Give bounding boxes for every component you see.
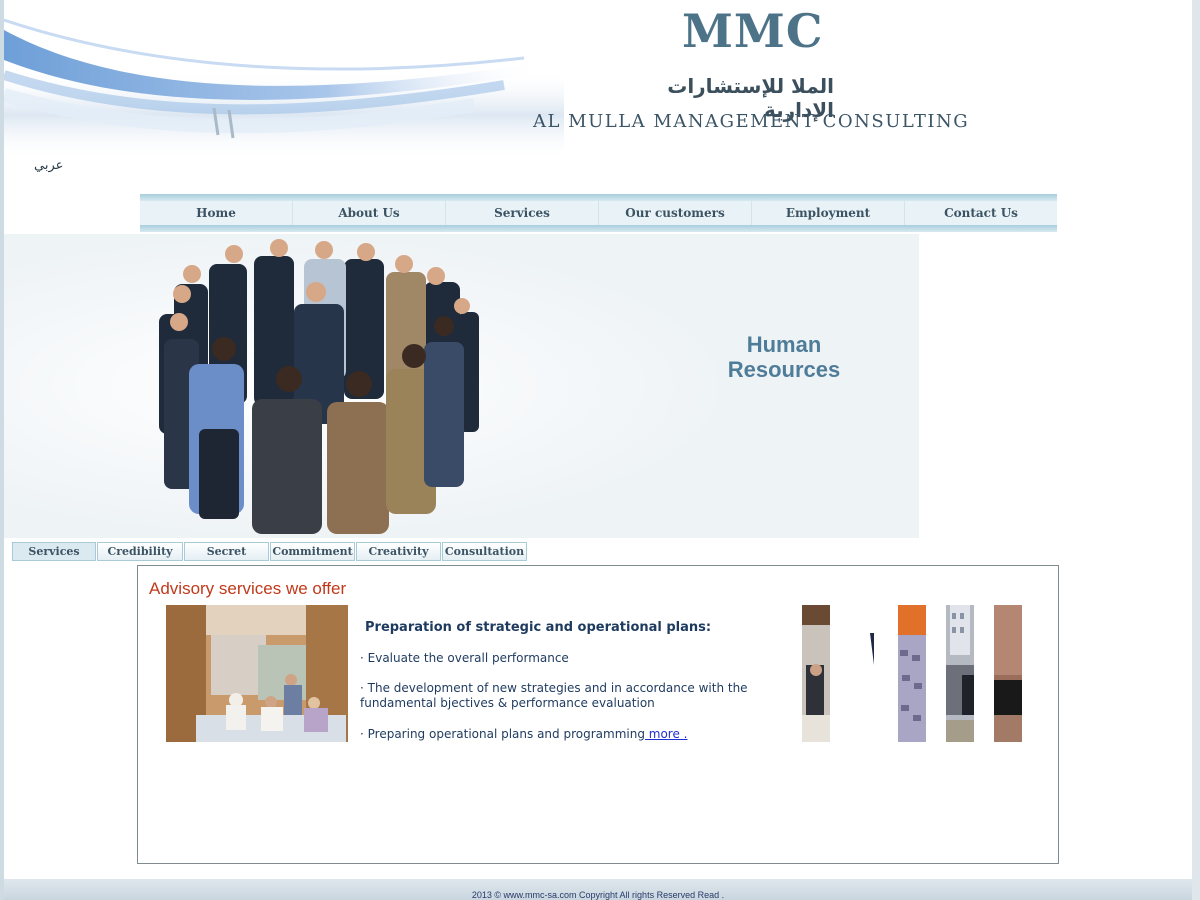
nav-item-our-customers[interactable]: Our customers — [599, 201, 752, 225]
nav-items: Home About Us Services Our customers Emp… — [140, 201, 1057, 225]
right-border — [1192, 0, 1200, 900]
service-tabs: Services Credibility Secret Commitment C… — [12, 542, 528, 561]
image-strip-2 — [850, 605, 878, 742]
bullet-preparing-text: · Preparing operational plans and progra… — [360, 727, 645, 741]
footer: 2013 © www.mmc-sa.com Copyright All righ… — [4, 879, 1192, 900]
content-heading: Preparation of strategic and operational… — [365, 620, 712, 635]
bullet-evaluate: · Evaluate the overall performance — [360, 651, 569, 665]
nav-item-about-us[interactable]: About Us — [293, 201, 446, 225]
nav-bar-top — [140, 194, 1057, 201]
nav-item-services[interactable]: Services — [446, 201, 599, 225]
tab-secret[interactable]: Secret — [184, 542, 269, 561]
tab-creativity[interactable]: Creativity — [356, 542, 441, 561]
nav-item-home[interactable]: Home — [140, 201, 293, 225]
section-title: Advisory services we offer — [149, 579, 347, 598]
image-strip-4 — [946, 605, 974, 742]
main-nav: Home About Us Services Our customers Emp… — [140, 194, 1057, 232]
bullet-preparing: · Preparing operational plans and progra… — [360, 727, 687, 742]
tab-consultation[interactable]: Consultation — [442, 542, 527, 561]
content-panel: Advisory services we offer Preparation o… — [137, 565, 1059, 864]
bullet-development-line2: fundamental bjectives & performance eval… — [360, 696, 655, 710]
header: MMC الملا للإستشارات الإدارية AL MULLA M… — [4, 0, 1192, 185]
banner-title-line2: Resources — [727, 357, 841, 382]
tab-commitment[interactable]: Commitment — [270, 542, 355, 561]
page: MMC الملا للإستشارات الإدارية AL MULLA M… — [0, 0, 1200, 900]
banner-title: Human Resources — [694, 332, 874, 382]
tab-services[interactable]: Services — [12, 542, 96, 561]
bullet-development-line1: · The development of new strategies and … — [360, 681, 748, 695]
nav-item-employment[interactable]: Employment — [752, 201, 905, 225]
header-swoosh-graphic — [4, 18, 564, 160]
meeting-photo — [166, 605, 348, 742]
logo-mmc: MMC — [682, 4, 824, 58]
hero-business-team-image — [4, 234, 919, 538]
language-switch-link[interactable]: عربي — [34, 158, 63, 173]
footer-copyright: 2013 © www.mmc-sa.com Copyright All righ… — [471, 890, 725, 900]
tab-credibility[interactable]: Credibility — [97, 542, 183, 561]
hero-banner: Human Resources — [4, 234, 919, 538]
image-strip-3 — [898, 605, 926, 742]
nav-bar-bottom — [140, 225, 1057, 232]
image-strip-1 — [802, 605, 830, 742]
banner-title-line1: Human — [746, 332, 822, 357]
more-link[interactable]: more . — [645, 727, 688, 741]
image-strip-5 — [994, 605, 1022, 742]
logo-english-name: AL MULLA MANAGEMENT CONSULTING — [533, 111, 970, 132]
nav-item-contact-us[interactable]: Contact Us — [905, 201, 1057, 225]
